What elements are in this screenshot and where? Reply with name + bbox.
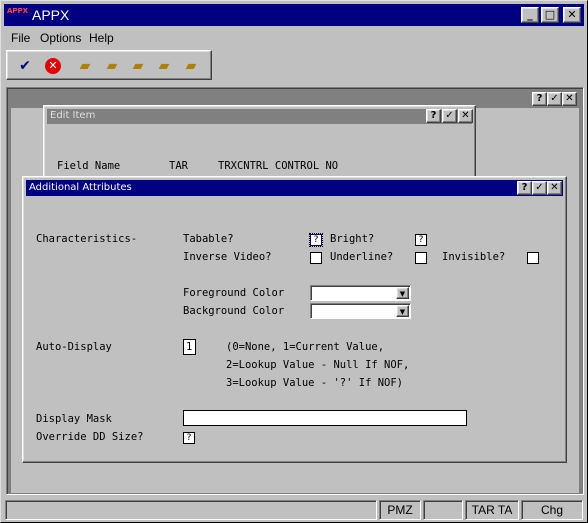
title-bar: APPX APPX _ □ ✕ [4,4,584,26]
inverse-video-label: Inverse Video? [183,251,272,263]
status-panel-empty [423,500,463,520]
override-dd-size-label: Override DD Size? [36,431,144,443]
edit-ok-button[interactable]: ✓ [442,109,457,123]
edit-close-button[interactable]: ✕ [458,109,473,123]
folder-delete-icon[interactable]: ▰ [154,56,174,76]
background-color-label: Background Color [183,305,285,317]
minimize-button[interactable]: _ [521,7,539,23]
underline-checkbox[interactable] [415,252,427,264]
mdi-close-button[interactable]: ✕ [562,92,577,106]
display-mask-label: Display Mask [36,413,112,425]
bright-label: Bright? [330,233,375,245]
app-logo-icon: APPX [7,7,29,15]
invisible-checkbox[interactable] [527,252,539,264]
menu-help[interactable]: Help [89,31,114,45]
auto-display-hint-3: 3=Lookup Value - '?' If NOF) [226,377,404,389]
folder-clear-icon[interactable]: ▰ [181,56,201,76]
dialog-close-button[interactable]: ✕ [547,181,562,195]
auto-display-label: Auto-Display [36,341,112,353]
window-title: APPX [32,7,70,23]
characteristics-label: Characteristics- [36,233,138,245]
underline-label: Underline? [330,251,394,263]
toolbar: ✔ ✕ ▰ ▰ ▰ ▰ ▰ [6,50,212,80]
status-bar: PMZ TAR TA Chg [4,500,585,521]
folder-edit-icon[interactable]: ▰ [102,56,122,76]
tabable-checkbox[interactable]: ? [309,233,323,247]
additional-attributes-dialog: Additional Attributes ? ✓ ✕ Characterist… [22,176,567,463]
cancel-icon[interactable]: ✕ [43,56,63,76]
field-app: TAR [169,160,188,172]
background-color-select[interactable]: ▼ [310,303,411,319]
mdi-ok-button[interactable]: ✓ [547,92,562,106]
folder-icon[interactable]: ▰ [75,56,95,76]
status-panel-user: PMZ [379,500,421,520]
field-name-label: Field Name [57,160,121,172]
status-panel-mode: Chg [521,500,583,520]
check-icon[interactable]: ✔ [15,56,35,76]
auto-display-input[interactable]: 1 [183,339,196,355]
field-value: TRXCNTRL CONTROL NO [218,160,339,172]
dialog-help-button[interactable]: ? [517,181,532,195]
override-dd-size-checkbox[interactable]: ? [183,432,195,444]
menu-file[interactable]: File [11,31,30,45]
invisible-label: Invisible? [442,251,506,263]
edit-item-title: Edit Item [50,110,96,121]
edit-help-button[interactable]: ? [426,109,441,123]
auto-display-hint-1: (0=None, 1=Current Value, [226,341,385,353]
status-panel-app: TAR TA [465,500,519,520]
edit-item-title-bar: Edit Item ? ✓ ✕ [47,109,473,124]
inverse-video-checkbox[interactable] [310,252,322,264]
chevron-down-icon[interactable]: ▼ [396,287,409,299]
bright-checkbox[interactable]: ? [415,234,427,246]
auto-display-hint-2: 2=Lookup Value - Null If NOF, [226,359,410,371]
chevron-down-icon[interactable]: ▼ [396,305,409,317]
menu-options[interactable]: Options [40,31,81,45]
auto-display-value: 1 [186,341,193,353]
close-button[interactable]: ✕ [563,7,581,23]
folder-search-icon[interactable]: ▰ [128,56,148,76]
main-window: APPX APPX _ □ ✕ File Options Help ✔ ✕ ▰ … [0,0,588,523]
mdi-help-button[interactable]: ? [532,92,547,106]
dialog-title-bar: Additional Attributes ? ✓ ✕ [26,180,563,196]
status-panel-message [5,500,377,520]
tabable-label: Tabable? [183,233,234,245]
maximize-button[interactable]: □ [541,7,559,23]
display-mask-input[interactable] [183,410,467,426]
edit-item-window: Edit Item ? ✓ ✕ Field Name TAR TRXCNTRL … [43,105,476,185]
foreground-color-label: Foreground Color [183,287,285,299]
foreground-color-select[interactable]: ▼ [310,285,411,301]
menu-bar: File Options Help [4,28,584,48]
dialog-title: Additional Attributes [29,182,132,193]
dialog-ok-button[interactable]: ✓ [532,181,547,195]
